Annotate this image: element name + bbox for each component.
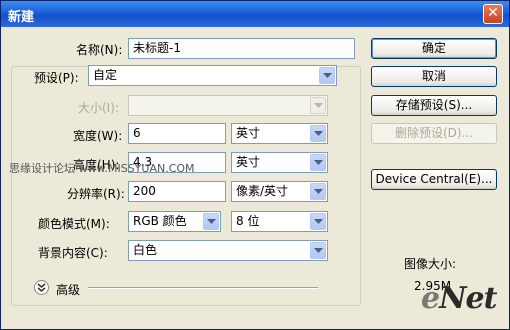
bit-depth-value: 8 位 [236, 214, 260, 228]
name-input[interactable]: 未标题-1 [128, 38, 355, 59]
dialog-title: 新建 [8, 10, 35, 25]
color-mode-value: RGB 颜色 [133, 214, 187, 228]
color-mode-label: 颜色模式(M): [38, 217, 110, 231]
device-central-button[interactable]: Device Central(E)... [371, 169, 497, 190]
logo-net: Net [439, 281, 497, 316]
image-size-label: 图像大小: [404, 257, 457, 271]
close-button[interactable]: ✕ [483, 4, 503, 24]
bit-depth-select[interactable]: 8 位 [231, 211, 328, 232]
width-input[interactable]: 6 [128, 123, 226, 144]
chevron-down-icon [310, 242, 326, 259]
logo-e: e [421, 281, 440, 316]
enet-logo: eNet [421, 281, 497, 316]
resolution-unit-value: 像素/英寸 [236, 184, 289, 198]
chevron-down-icon [310, 183, 326, 200]
title-bar[interactable]: 新建 ✕ [1, 1, 509, 27]
resolution-input[interactable]: 200 [128, 181, 226, 202]
chevron-down-icon [310, 97, 326, 114]
resolution-unit-select[interactable]: 像素/英寸 [231, 181, 328, 202]
double-chevron-down-icon[interactable] [34, 280, 49, 295]
preset-value: 自定 [93, 68, 118, 82]
size-label: 大小(I): [78, 101, 119, 115]
ok-button[interactable]: 确定 [371, 38, 497, 59]
chevron-down-icon [310, 125, 326, 142]
size-select [128, 95, 328, 116]
delete-preset-button: 删除预设(D)... [371, 123, 497, 144]
color-mode-select[interactable]: RGB 颜色 [128, 211, 221, 232]
background-value: 白色 [133, 243, 158, 257]
cancel-button[interactable]: 取消 [371, 66, 497, 87]
close-icon: ✕ [487, 5, 499, 21]
height-unit-select[interactable]: 英寸 [231, 152, 328, 173]
chevron-down-icon [203, 213, 219, 230]
height-unit-value: 英寸 [236, 155, 261, 169]
new-document-dialog: 新建 ✕ 名称(N): 未标题-1 预设(P): 自定 大小(I): 宽度(W)… [0, 0, 510, 330]
chevron-down-icon [310, 213, 326, 230]
watermark-text: 思缘设计论坛 www.MISSYUAN.COM [9, 162, 195, 175]
chevron-down-icon [319, 67, 335, 84]
preset-select[interactable]: 自定 [88, 65, 337, 86]
preset-label: 预设(P): [34, 71, 79, 85]
background-label: 背景内容(C): [38, 246, 108, 260]
width-label: 宽度(W): [73, 129, 123, 143]
advanced-label[interactable]: 高级 [56, 281, 80, 298]
advanced-divider [88, 287, 318, 289]
resolution-label: 分辨率(R): [67, 187, 125, 201]
background-select[interactable]: 白色 [128, 240, 328, 261]
name-label: 名称(N): [76, 43, 123, 57]
width-unit-select[interactable]: 英寸 [231, 123, 328, 144]
chevron-down-icon [310, 154, 326, 171]
width-unit-value: 英寸 [236, 126, 261, 140]
save-preset-button[interactable]: 存储预设(S)... [371, 95, 497, 116]
